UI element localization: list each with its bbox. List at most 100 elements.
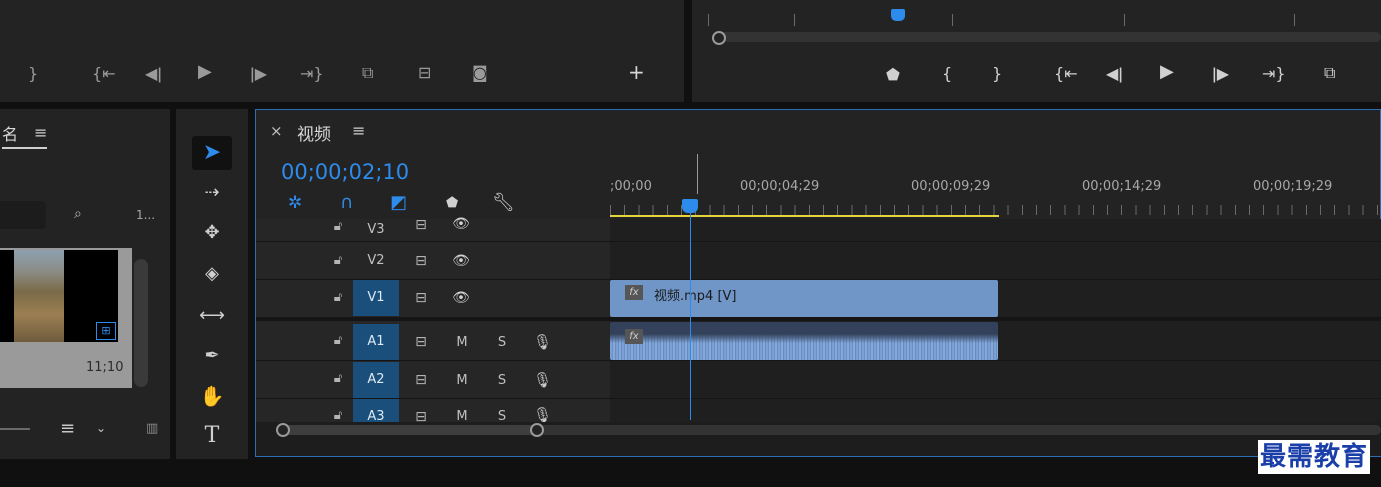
lock-icon[interactable]: 🔓︎	[329, 219, 347, 234]
go-to-in-icon[interactable]: {⇤	[92, 66, 116, 82]
mute-button[interactable]: M	[454, 335, 470, 350]
search-input[interactable]	[0, 201, 46, 229]
camera-icon[interactable]: ◙	[472, 65, 488, 81]
video-clip[interactable]: fx 视频.mp4 [V]	[610, 280, 998, 317]
mute-button[interactable]: M	[454, 373, 470, 388]
slip-tool-icon[interactable]: ⟷	[192, 299, 232, 333]
microphone-icon[interactable]: 🎙︎	[533, 406, 552, 422]
add-button-icon[interactable]: +	[628, 62, 645, 82]
add-marker-icon[interactable]: ⬟	[446, 195, 458, 211]
sequence-tab-label[interactable]: 视频	[297, 120, 331, 145]
work-area-bar[interactable]	[610, 215, 999, 217]
wrench-settings-icon[interactable]: 🔧︎	[492, 192, 515, 213]
razor-tool-icon[interactable]: ◈	[192, 257, 232, 291]
timeline-menu-icon[interactable]: ≡	[352, 121, 365, 140]
close-tab-icon[interactable]: ×	[270, 122, 283, 140]
insert-icon[interactable]: ⧉	[362, 65, 373, 81]
row-divider	[256, 241, 1381, 242]
ruler-ticks	[610, 205, 1381, 215]
cursor-line	[697, 154, 698, 194]
project-scrollbar[interactable]	[134, 259, 148, 387]
solo-button[interactable]: S	[494, 335, 510, 350]
playhead-icon[interactable]	[682, 199, 698, 213]
solo-button[interactable]: S	[494, 409, 510, 422]
step-back-icon[interactable]: ◀ǀ	[145, 66, 162, 82]
mark-in-icon[interactable]: {	[942, 66, 952, 82]
program-scroll-handle[interactable]	[712, 31, 726, 45]
scroll-handle-left[interactable]	[276, 423, 290, 437]
add-marker-icon[interactable]: ⬟	[886, 67, 900, 83]
eye-icon[interactable]: 👁︎	[450, 216, 472, 232]
video-clip-label: 视频.mp4 [V]	[654, 289, 737, 304]
mute-button[interactable]: M	[454, 409, 470, 422]
video-audio-divider	[256, 317, 1381, 321]
mark-out-icon[interactable]: }	[992, 66, 1002, 82]
track-target-a2[interactable]: A2	[353, 362, 399, 398]
find-icon[interactable]: ⌕	[74, 206, 82, 222]
audio-clip[interactable]: fx	[610, 322, 998, 360]
fx-badge[interactable]: fx	[625, 329, 643, 344]
go-to-out-icon[interactable]: ⇥}	[300, 66, 324, 82]
sync-lock-icon[interactable]: ⊟	[410, 253, 432, 269]
pen-tool-icon[interactable]: ✒	[192, 339, 232, 373]
lock-icon[interactable]: 🔓︎	[329, 408, 347, 422]
lock-icon[interactable]: 🔓︎	[329, 253, 347, 268]
track-target-a1[interactable]: A1	[353, 324, 399, 360]
lock-icon[interactable]: 🔓︎	[329, 290, 347, 305]
watermark-logo: 最需教育	[1258, 440, 1371, 474]
track-select-forward-tool-icon[interactable]: ⇢	[192, 176, 232, 210]
solo-button[interactable]: S	[494, 373, 510, 388]
sync-lock-icon[interactable]: ⊟	[410, 409, 432, 422]
overwrite-icon[interactable]: ⊟	[418, 65, 431, 81]
source-monitor: } {⇤ ◀ǀ ▶ ǀ▶ ⇥} ⧉ ⊟ ◙ +	[0, 0, 684, 102]
ripple-edit-tool-icon[interactable]: ✥	[192, 216, 232, 250]
step-forward-icon[interactable]: ǀ▶	[250, 66, 267, 82]
sort-icon[interactable]: ≡	[60, 418, 75, 439]
step-back-icon[interactable]: ◀ǀ	[1106, 66, 1123, 82]
a3-track-clip: 🔓︎ A3 ⊟ M S 🎙︎	[256, 399, 610, 422]
play-icon[interactable]: ▶	[198, 63, 212, 81]
microphone-icon[interactable]: 🎙︎	[533, 333, 552, 351]
eye-icon[interactable]: 👁︎	[450, 290, 472, 306]
timeline-scroll-thumb[interactable]	[284, 425, 538, 435]
linked-selection-icon[interactable]: ◩	[390, 192, 407, 213]
sync-lock-icon[interactable]: ⊟	[410, 290, 432, 306]
panel-menu-icon[interactable]: ≡	[34, 123, 47, 142]
lock-icon[interactable]: 🔓︎	[329, 333, 347, 348]
chevron-down-icon[interactable]: ⌄	[96, 421, 106, 435]
sync-lock-icon[interactable]: ⊟	[410, 372, 432, 388]
snap-magnet-icon[interactable]: ∩	[340, 192, 353, 213]
mark-out-icon[interactable]: }	[28, 66, 38, 82]
scroll-handle-right[interactable]	[530, 423, 544, 437]
selection-tool-icon[interactable]: ➤	[192, 136, 232, 170]
track-target-v1[interactable]: V1	[353, 280, 399, 316]
clip-thumbnail-frame[interactable]: ⊞ 11;10	[0, 248, 132, 388]
freeform-view-icon[interactable]: ▥	[146, 421, 158, 436]
row-divider	[256, 360, 1381, 361]
track-target-a3[interactable]: A3	[353, 399, 399, 422]
thumbnail-image	[14, 250, 64, 342]
step-forward-icon[interactable]: ǀ▶	[1212, 66, 1229, 82]
lift-icon[interactable]: ⧉	[1324, 65, 1335, 81]
program-scrollbar[interactable]	[718, 32, 1381, 42]
program-monitor: ⬟ { } {⇤ ◀ǀ ▶ ǀ▶ ⇥} ⧉	[692, 0, 1381, 102]
ruler-label-4: 00;00;19;29	[1253, 179, 1333, 194]
microphone-icon[interactable]: 🎙︎	[533, 371, 552, 389]
go-to-in-icon[interactable]: {⇤	[1054, 66, 1078, 82]
sync-lock-icon[interactable]: ⊟	[410, 217, 432, 233]
program-mini-ruler	[708, 12, 1381, 26]
program-playhead-icon[interactable]	[891, 9, 905, 21]
sync-lock-icon[interactable]: ⊟	[410, 334, 432, 350]
thumbnail-zoom-slider[interactable]	[0, 428, 30, 430]
track-target-v2[interactable]: V2	[353, 243, 399, 279]
timeline-timecode[interactable]: 00;00;02;10	[281, 160, 409, 184]
type-tool-icon[interactable]: T	[192, 419, 232, 453]
go-to-out-icon[interactable]: ⇥}	[1262, 66, 1286, 82]
eye-icon[interactable]: 👁︎	[450, 253, 472, 269]
playhead-line	[690, 213, 691, 420]
fx-badge[interactable]: fx	[625, 285, 643, 300]
nest-toggle-icon[interactable]: ✲	[288, 193, 302, 213]
play-icon[interactable]: ▶	[1160, 63, 1174, 81]
lock-icon[interactable]: 🔓︎	[329, 371, 347, 386]
hand-tool-icon[interactable]: ✋	[192, 379, 232, 413]
